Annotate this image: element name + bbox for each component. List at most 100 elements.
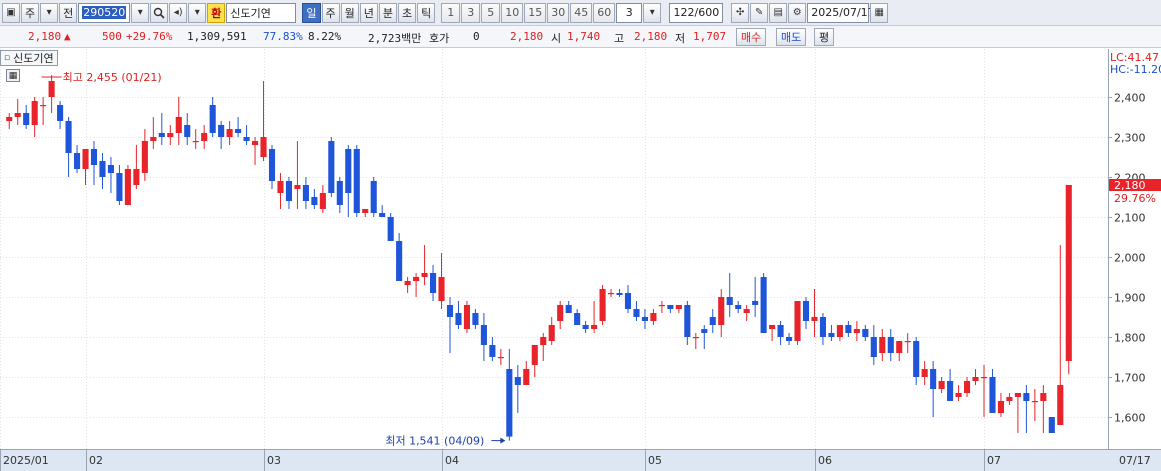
interval-button[interactable]: 5 [481,2,501,23]
candle [531,345,538,377]
speaker-icon[interactable]: ◂) [169,2,188,23]
candle-body [73,153,81,169]
chevron-down-icon[interactable]: ▾ [188,2,207,23]
gear-icon[interactable]: ⚙ [788,2,807,23]
candle [201,125,208,149]
candle [158,113,165,145]
interval-button[interactable]: 3 [461,2,481,23]
candle [955,385,962,401]
save-icon[interactable]: ▤ [769,2,788,23]
candle-body [531,345,538,365]
date-input[interactable]: 2025/07/17 [807,2,875,23]
candle-body [701,329,708,333]
candle-body [438,277,445,301]
interval-button[interactable]: 45 [570,2,593,23]
candle [557,301,564,329]
currency-tag[interactable]: 환 [207,2,226,23]
candlestick-chart: 최고 2,455 (01/21) 최저 1,541 (04/09) 1,600 1,… [0,49,1161,471]
chart-type-select[interactable]: 주 [21,2,40,23]
hoga-value: 0 [473,30,480,43]
chart-window-icon[interactable]: ▣ [2,2,20,23]
candle [116,165,123,205]
current-price-label: 2,180 [1114,179,1146,192]
low-label: 저 [675,32,686,45]
candle-body [1006,397,1013,401]
candle [124,165,131,205]
chevron-down-icon[interactable]: ▾ [643,2,662,23]
candle [446,297,454,353]
candle [1006,393,1013,405]
period-tab-day[interactable]: 일 [302,2,321,23]
candle-body [141,141,148,173]
candle [99,153,106,189]
interval-button[interactable]: 30 [547,2,570,23]
interval-button[interactable]: 15 [524,2,547,23]
candle [311,189,318,209]
price-chart[interactable]: 최고 2,455 (01/21) 최저 1,541 (04/09) 1,600 1,… [0,49,1161,471]
candle-body [802,301,810,321]
candle-body [506,369,513,437]
candle-body [853,329,860,333]
period-tab-second[interactable]: 초 [398,2,417,23]
candle-body [1040,393,1047,401]
candle-body [624,293,632,309]
candle [260,81,267,161]
prev-button[interactable]: 전 [59,2,78,23]
custom-interval-value: 3 [625,6,633,19]
candle [870,325,877,365]
high-label: 고 [614,32,625,45]
candle [963,377,971,397]
candle-body [599,289,606,321]
stock-code-input[interactable]: 290520 [78,2,131,23]
candle-body [989,377,996,413]
high-price: 2,180 [634,30,668,43]
period-tab-week[interactable]: 주 [321,2,340,23]
period-tab-tick[interactable]: 틱 [417,2,436,23]
interval-button[interactable]: 60 [593,2,616,23]
candle [904,333,911,353]
period-tab-month[interactable]: 월 [340,2,359,23]
interval-button[interactable]: 10 [501,2,524,23]
candle-body [218,125,225,137]
turnover-rate: 8.22% [308,30,342,43]
candle [879,329,886,361]
candle [523,361,530,385]
candle-body [133,169,140,185]
average-button[interactable]: 평 [814,28,835,46]
interval-button[interactable]: 1 [441,2,461,23]
candle-body [362,209,369,213]
buy-button[interactable]: 매수 [736,28,767,46]
candle [997,393,1005,417]
period-label: 틱 [421,6,432,20]
candle-body [794,301,801,341]
candle-body [607,293,615,295]
period-label: 일 [306,6,317,20]
chevron-down-icon[interactable]: ▾ [131,2,150,23]
period-tab-minute[interactable]: 분 [378,2,397,23]
candle-body [184,125,191,137]
candle [930,361,937,417]
period-tab-year[interactable]: 년 [359,2,378,23]
candle [1040,385,1047,433]
chart-legend[interactable]: ▫ 신도기연 [0,50,58,66]
grid-icon[interactable]: ▦ [6,69,20,82]
candle-body [972,377,979,381]
candle [980,365,988,417]
candle [150,117,157,149]
calendar-icon[interactable]: ▦ [870,2,889,23]
candle-body [658,305,665,307]
data-count-value: 122/600 [673,6,720,19]
x-tick-label: 03 [267,454,281,467]
candle-body [150,137,157,141]
sell-button[interactable]: 매도 [776,28,807,46]
search-icon[interactable] [150,2,169,23]
chevron-down-icon[interactable]: ▾ [40,2,59,23]
candle [429,265,437,301]
data-count-input[interactable]: 122/600 [669,2,724,23]
candle-body [370,181,377,213]
candle-body [913,341,920,377]
crosshair-icon[interactable]: ✣ [731,2,750,23]
tools-icon[interactable]: ✎ [750,2,769,23]
custom-interval-input[interactable]: 3 [616,2,643,23]
candle-body [82,149,89,169]
